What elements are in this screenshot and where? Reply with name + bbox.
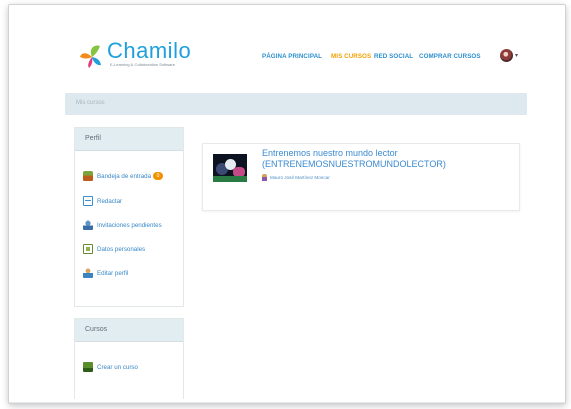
- profile-block-title: Perfil: [75, 128, 183, 151]
- sidebar-item-edit-profile[interactable]: Editar perfil: [83, 267, 128, 279]
- compose-icon: [83, 196, 93, 206]
- teacher-icon: [262, 174, 267, 181]
- sidebar-item-invitations[interactable]: Invitaciones pendientes: [83, 219, 162, 231]
- sidebar-item-personal-data[interactable]: Datos personales: [83, 243, 145, 255]
- sidebar-item-label: Invitaciones pendientes: [97, 221, 162, 229]
- chamilo-logo[interactable]: Chamilo E-Learning & Collaboration Softw…: [79, 40, 191, 70]
- course-title-link[interactable]: Entrenemos nuestro mundo lector (ENTRENE…: [262, 148, 502, 169]
- breadcrumb: Mis cursos: [65, 93, 527, 115]
- nav-home[interactable]: PÁGINA PRINCIPAL: [262, 53, 322, 60]
- edit-profile-icon: [83, 268, 93, 278]
- courses-block-title: Cursos: [75, 319, 183, 342]
- sidebar-item-create-course[interactable]: Crear un curso: [83, 361, 138, 373]
- create-course-icon: [83, 362, 93, 372]
- chamilo-logo-icon: [80, 45, 101, 68]
- sidebar-item-label: Redactar: [97, 197, 123, 205]
- course-card: Entrenemos nuestro mundo lector (ENTRENE…: [202, 143, 520, 211]
- inbox-icon: [83, 171, 93, 181]
- sidebar-item-label: Datos personales: [97, 245, 146, 253]
- course-thumbnail[interactable]: [213, 154, 247, 182]
- user-avatar[interactable]: [500, 49, 513, 62]
- course-teacher: Mauro José Martínez Moncar: [262, 174, 330, 181]
- teacher-name[interactable]: Mauro José Martínez Moncar: [270, 175, 330, 180]
- courses-block: Cursos Crear un curso: [74, 318, 184, 399]
- sidebar-item-label: Crear un curso: [97, 363, 138, 371]
- profile-block: Perfil Bandeja de entrada 0 Redactar Inv…: [74, 127, 184, 307]
- user-menu-caret-icon[interactable]: ▾: [515, 52, 518, 59]
- sidebar-item-compose[interactable]: Redactar: [83, 195, 122, 207]
- sidebar-item-label: Editar perfil: [97, 269, 129, 277]
- nav-social-network[interactable]: RED SOCIAL: [374, 53, 413, 60]
- inbox-count-badge: 0: [153, 172, 164, 180]
- nav-buy-courses[interactable]: COMPRAR CURSOS: [419, 53, 481, 60]
- sidebar-item-label: Bandeja de entrada: [97, 172, 152, 180]
- footer-divider: [9, 402, 565, 403]
- personal-data-icon: [83, 244, 93, 254]
- brand-tagline: E-Learning & Collaboration Software: [110, 62, 175, 67]
- browser-frame: Chamilo E-Learning & Collaboration Softw…: [8, 4, 566, 404]
- breadcrumb-current[interactable]: Mis cursos: [76, 100, 105, 106]
- invitations-icon: [83, 220, 93, 230]
- nav-my-courses[interactable]: MIS CURSOS: [331, 53, 371, 60]
- brand-name: Chamilo: [107, 38, 192, 63]
- sidebar-item-inbox[interactable]: Bandeja de entrada 0: [83, 170, 164, 182]
